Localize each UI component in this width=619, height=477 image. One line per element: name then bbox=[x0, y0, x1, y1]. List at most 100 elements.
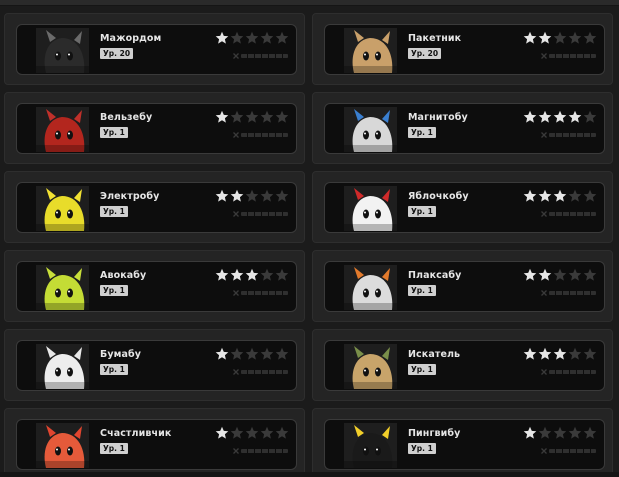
star-empty-icon bbox=[245, 189, 259, 202]
character-card-inner: Магнитобу Ур. 1 bbox=[324, 103, 605, 154]
character-card-inner: Искатель Ур. 1 bbox=[324, 340, 605, 391]
bottom-edge-strip bbox=[0, 472, 619, 477]
character-level-badge: Ур. 20 bbox=[100, 48, 134, 59]
star-filled-icon bbox=[215, 110, 229, 123]
star-filled-icon bbox=[523, 347, 537, 360]
character-name: Авокабу bbox=[100, 270, 147, 281]
upgrade-progress bbox=[541, 369, 596, 375]
star-rating bbox=[215, 31, 289, 45]
cross-icon bbox=[233, 290, 239, 296]
character-card-5[interactable]: Электробу Ур. 1 bbox=[4, 171, 305, 243]
character-name: Плаксабу bbox=[408, 270, 462, 281]
character-level-badge: Ур. 1 bbox=[408, 285, 436, 296]
character-collection-grid: Мажордом Ур. 20 Пакетник Ур. 20 Вельзебу… bbox=[0, 0, 619, 477]
star-filled-icon bbox=[538, 347, 552, 360]
upgrade-progress bbox=[541, 211, 596, 217]
character-name: Вельзебу bbox=[100, 112, 153, 123]
character-level-badge: Ур. 1 bbox=[408, 206, 436, 217]
upgrade-progress bbox=[541, 290, 596, 296]
avocado-portrait-icon bbox=[36, 265, 89, 310]
upgrade-progress-bar bbox=[549, 133, 596, 137]
upgrade-progress-bar bbox=[549, 291, 596, 295]
cross-icon bbox=[233, 53, 239, 59]
character-level-badge: Ур. 1 bbox=[100, 127, 128, 138]
star-empty-icon bbox=[260, 268, 274, 281]
star-empty-icon bbox=[230, 31, 244, 44]
star-filled-icon bbox=[245, 268, 259, 281]
star-empty-icon bbox=[583, 426, 597, 439]
character-card-2[interactable]: Пакетник Ур. 20 bbox=[312, 13, 613, 85]
character-name: Бумабу bbox=[100, 349, 142, 360]
upgrade-progress-bar bbox=[241, 370, 288, 374]
upgrade-progress-bar bbox=[241, 449, 288, 453]
character-level-badge: Ур. 1 bbox=[100, 285, 128, 296]
character-card-8[interactable]: Плаксабу Ур. 1 bbox=[312, 250, 613, 322]
character-card-inner: Яблочкобу Ур. 1 bbox=[324, 182, 605, 233]
star-empty-icon bbox=[245, 426, 259, 439]
star-filled-icon bbox=[230, 268, 244, 281]
star-empty-icon bbox=[275, 426, 289, 439]
character-card-1[interactable]: Мажордом Ур. 20 bbox=[4, 13, 305, 85]
cross-icon bbox=[541, 369, 547, 375]
star-rating bbox=[523, 347, 597, 361]
upgrade-progress bbox=[233, 448, 288, 454]
character-card-12[interactable]: Пингвибу Ур. 1 bbox=[312, 408, 613, 477]
star-rating bbox=[215, 347, 289, 361]
star-empty-icon bbox=[568, 347, 582, 360]
character-name: Мажордом bbox=[100, 33, 162, 44]
star-filled-icon bbox=[553, 189, 567, 202]
star-empty-icon bbox=[568, 31, 582, 44]
apple-target-portrait-icon bbox=[344, 186, 397, 231]
star-empty-icon bbox=[583, 268, 597, 281]
star-empty-icon bbox=[275, 31, 289, 44]
character-name: Пингвибу bbox=[408, 428, 461, 439]
upgrade-progress bbox=[541, 448, 596, 454]
star-filled-icon bbox=[538, 110, 552, 123]
star-empty-icon bbox=[245, 31, 259, 44]
star-filled-icon bbox=[538, 31, 552, 44]
upgrade-progress bbox=[233, 369, 288, 375]
star-filled-icon bbox=[215, 31, 229, 44]
upgrade-progress bbox=[233, 132, 288, 138]
explorer-portrait-icon bbox=[344, 344, 397, 389]
character-card-4[interactable]: Магнитобу Ур. 1 bbox=[312, 92, 613, 164]
character-card-10[interactable]: Искатель Ур. 1 bbox=[312, 329, 613, 401]
star-empty-icon bbox=[275, 110, 289, 123]
character-card-3[interactable]: Вельзебу Ур. 1 bbox=[4, 92, 305, 164]
character-name: Пакетник bbox=[408, 33, 462, 44]
star-empty-icon bbox=[538, 426, 552, 439]
cross-icon bbox=[233, 132, 239, 138]
star-empty-icon bbox=[568, 189, 582, 202]
cross-icon bbox=[541, 448, 547, 454]
character-card-7[interactable]: Авокабу Ур. 1 bbox=[4, 250, 305, 322]
lucky-portrait-icon bbox=[36, 423, 89, 468]
character-card-inner: Авокабу Ур. 1 bbox=[16, 261, 297, 312]
star-filled-icon bbox=[568, 110, 582, 123]
cross-icon bbox=[541, 53, 547, 59]
character-card-6[interactable]: Яблочкобу Ур. 1 bbox=[312, 171, 613, 243]
upgrade-progress bbox=[541, 53, 596, 59]
upgrade-progress-bar bbox=[549, 212, 596, 216]
star-rating bbox=[215, 426, 289, 440]
paper-bag-portrait-icon bbox=[344, 28, 397, 73]
devil-portrait-icon bbox=[36, 107, 89, 152]
character-level-badge: Ур. 20 bbox=[408, 48, 442, 59]
character-card-11[interactable]: Счастливчик Ур. 1 bbox=[4, 408, 305, 477]
electric-portrait-icon bbox=[36, 186, 89, 231]
penguin-portrait-icon bbox=[344, 423, 397, 468]
upgrade-progress-bar bbox=[241, 133, 288, 137]
character-card-9[interactable]: Бумабу Ур. 1 bbox=[4, 329, 305, 401]
star-empty-icon bbox=[260, 110, 274, 123]
cross-icon bbox=[233, 369, 239, 375]
star-empty-icon bbox=[245, 110, 259, 123]
star-empty-icon bbox=[275, 189, 289, 202]
character-level-badge: Ур. 1 bbox=[100, 443, 128, 454]
star-filled-icon bbox=[215, 347, 229, 360]
character-card-inner: Электробу Ур. 1 bbox=[16, 182, 297, 233]
star-filled-icon bbox=[523, 426, 537, 439]
star-empty-icon bbox=[583, 189, 597, 202]
star-rating bbox=[523, 268, 597, 282]
star-filled-icon bbox=[538, 268, 552, 281]
star-empty-icon bbox=[553, 268, 567, 281]
character-card-inner: Мажордом Ур. 20 bbox=[16, 24, 297, 75]
